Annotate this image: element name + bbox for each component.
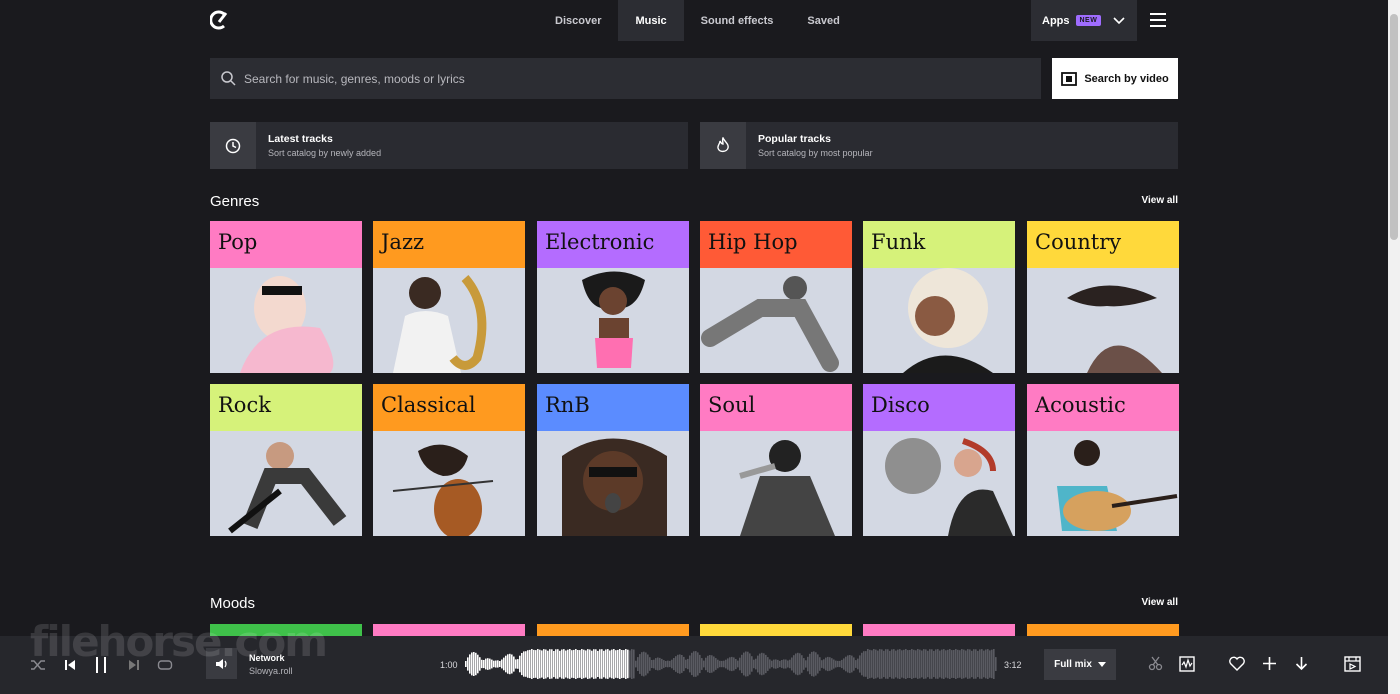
search-by-video-button[interactable]: Search by video [1052,58,1178,99]
genre-artwork-image [228,442,347,534]
genre-tile-soul[interactable]: Soul [700,384,852,536]
flame-icon [717,137,729,153]
genre-artwork-image [240,276,334,373]
genre-tile-pop[interactable]: Pop [210,221,362,373]
project-icon[interactable] [1344,656,1361,672]
mood-tile[interactable] [1027,624,1179,636]
genre-tile-electronic[interactable]: Electronic [537,221,689,373]
main-nav: Discover Music Sound effects Saved [538,0,857,41]
pause-icon[interactable] [94,657,108,673]
add-icon[interactable] [1262,656,1277,671]
nav-discover[interactable]: Discover [538,0,618,41]
moods-heading: Moods [210,595,256,612]
latest-tracks-subtitle: Sort catalog by newly added [268,148,382,158]
caret-down-icon [1097,662,1106,667]
genre-label: RnB [537,384,689,431]
mood-tile[interactable] [373,624,525,636]
hamburger-menu-icon[interactable] [1150,13,1166,27]
genre-label: Soul [700,384,852,431]
genre-label: Disco [863,384,1015,431]
genre-label: Funk [863,221,1015,268]
genre-tile-classical[interactable]: Classical [373,384,525,536]
speaker-icon [216,658,227,669]
popular-tracks-title: Popular tracks [758,133,831,145]
mood-tile[interactable] [863,624,1015,636]
genre-artwork-image [739,440,835,536]
video-frame-icon [1061,71,1078,86]
nav-music[interactable]: Music [618,0,684,41]
heart-icon[interactable] [1229,656,1245,671]
scissors-icon[interactable] [1148,656,1163,671]
waveform-seekbar[interactable] [465,648,997,680]
popular-tracks-card[interactable]: Popular tracks Sort catalog by most popu… [700,122,1178,169]
nav-saved[interactable]: Saved [790,0,856,41]
genre-tile-jazz[interactable]: Jazz [373,221,525,373]
genre-label: Hip Hop [700,221,852,268]
mood-tile[interactable] [210,624,362,636]
genre-label: Acoustic [1027,384,1179,431]
genre-artwork-image [392,444,494,536]
genre-tile-funk[interactable]: Funk [863,221,1015,373]
genre-tile-acoustic[interactable]: Acoustic [1027,384,1179,536]
genre-tile-rock[interactable]: Rock [210,384,362,536]
apps-label: Apps [1042,14,1070,27]
genres-heading: Genres [210,193,260,210]
search-icon [221,71,236,86]
genre-artwork-image [1057,440,1178,531]
volume-button[interactable] [206,648,237,679]
mix-label: Full mix [1054,659,1092,670]
genre-tile-country[interactable]: Country [1027,221,1179,373]
logo-icon[interactable] [210,10,228,30]
latest-tracks-card[interactable]: Latest tracks Sort catalog by newly adde… [210,122,688,169]
genre-tile-hip-hop[interactable]: Hip Hop [700,221,852,373]
genre-label: Rock [210,384,362,431]
search-bar [210,58,1041,99]
page-scrollbar[interactable] [1388,0,1400,694]
genre-artwork-image [903,268,993,373]
genre-label: Pop [210,221,362,268]
track-artist[interactable]: Slowya.roll [249,666,293,676]
genre-label: Jazz [373,221,525,268]
repeat-icon[interactable] [157,658,173,672]
genre-artwork-image [885,438,1013,536]
current-time: 1:00 [440,660,458,670]
mix-selector[interactable]: Full mix [1044,649,1116,680]
total-time: 3:12 [1004,660,1022,670]
nav-sound-effects[interactable]: Sound effects [684,0,791,41]
genre-tile-disco[interactable]: Disco [863,384,1015,536]
genre-label: Country [1027,221,1179,268]
search-input[interactable] [244,71,1004,86]
genre-artwork-image [1067,285,1162,373]
apps-button[interactable]: Apps NEW [1031,0,1137,41]
new-badge: NEW [1075,15,1102,26]
mood-tile[interactable] [537,624,689,636]
chevron-down-icon [1113,16,1125,24]
genre-artwork-image [562,438,667,536]
top-bar: Discover Music Sound effects Saved Apps … [0,0,1388,41]
latest-tracks-title: Latest tracks [268,133,333,145]
moods-view-all-link[interactable]: View all [1130,597,1178,608]
genre-tile-rnb[interactable]: RnB [537,384,689,536]
search-by-video-label: Search by video [1084,72,1169,85]
waveform-box-icon[interactable] [1179,656,1195,672]
mood-tile[interactable] [700,624,852,636]
scrollbar-thumb[interactable] [1390,14,1398,240]
shuffle-icon[interactable] [30,658,46,672]
track-title[interactable]: Network [249,653,285,663]
genre-artwork-image [701,276,839,372]
previous-icon[interactable] [64,659,76,671]
download-icon[interactable] [1295,656,1308,671]
popular-tracks-subtitle: Sort catalog by most popular [758,148,873,158]
next-icon[interactable] [128,659,140,671]
clock-icon [225,138,241,153]
genre-label: Electronic [537,221,689,268]
genre-artwork-image [582,271,645,368]
genre-label: Classical [373,384,525,431]
genre-artwork-image [393,275,487,373]
genres-view-all-link[interactable]: View all [1130,195,1178,206]
